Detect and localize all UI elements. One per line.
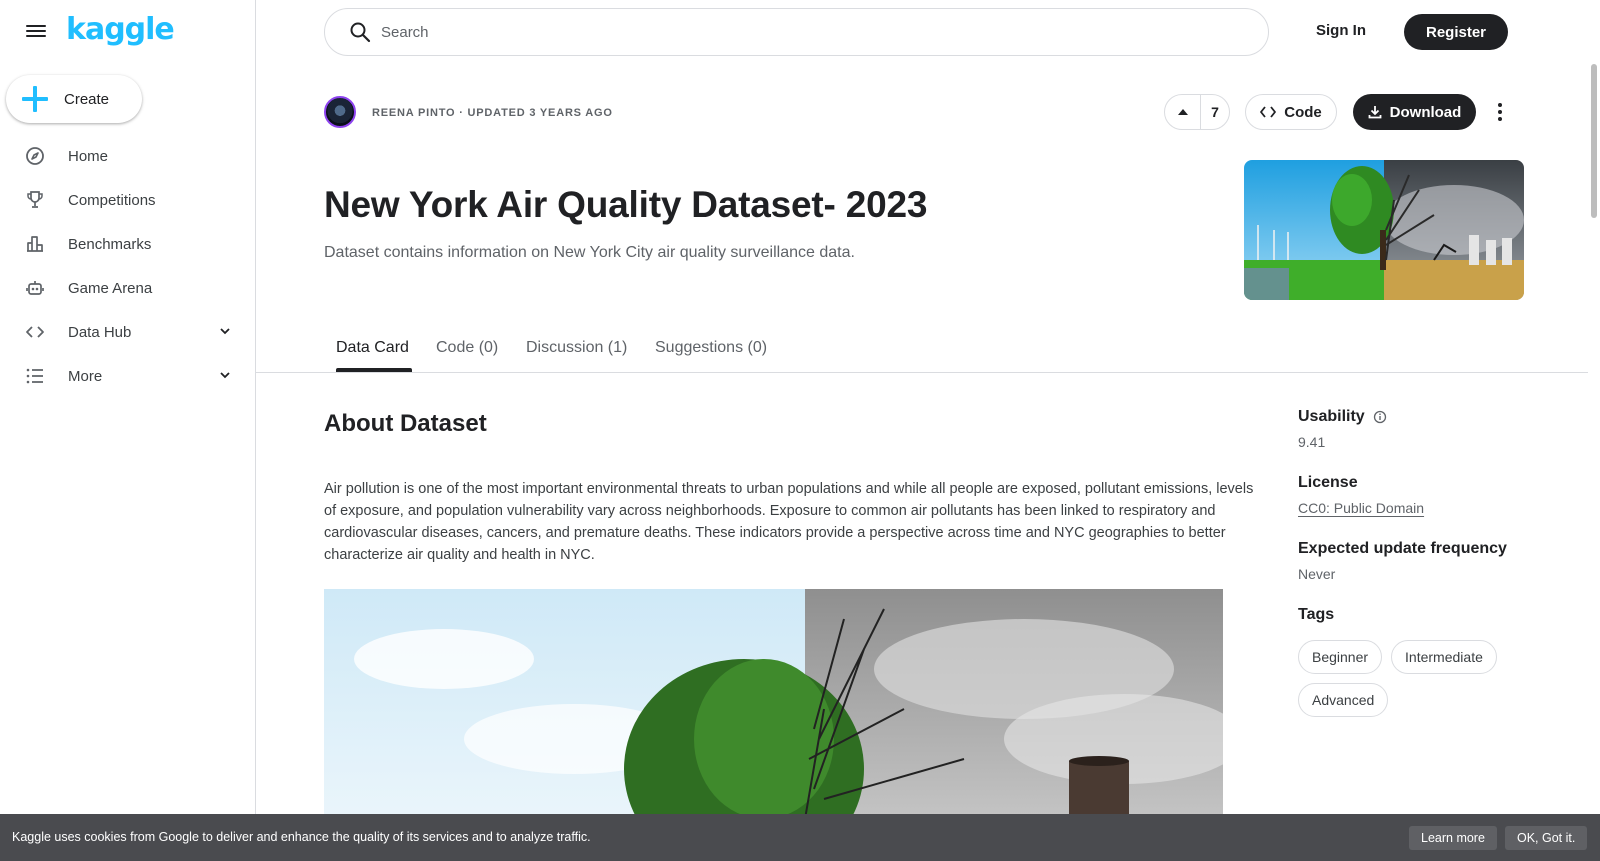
tag-list: Beginner Intermediate Advanced: [1298, 640, 1528, 717]
license-label: License: [1298, 474, 1358, 491]
tag-chip[interactable]: Intermediate: [1391, 640, 1497, 674]
sidebar-item-label: Game Arena: [68, 279, 153, 297]
sidebar-item-label: Benchmarks: [68, 235, 152, 253]
upvote-button[interactable]: [1165, 95, 1201, 129]
sidebar-item-benchmarks[interactable]: Benchmarks: [0, 222, 256, 266]
plus-icon: [22, 86, 48, 112]
tab-data-card[interactable]: Data Card: [336, 339, 409, 357]
kaggle-logo[interactable]: kaggle: [66, 12, 175, 47]
bar-chart-icon: [25, 234, 45, 254]
cookie-ok-button[interactable]: OK, Got it.: [1505, 826, 1588, 850]
hamburger-menu-icon[interactable]: [24, 22, 48, 42]
download-button-label: Download: [1389, 103, 1462, 121]
about-heading: About Dataset: [324, 410, 487, 437]
sidebar-item-label: Data Hub: [68, 323, 132, 341]
sign-in-button[interactable]: Sign In: [1316, 22, 1366, 39]
code-button-label: Code: [1284, 103, 1322, 121]
create-label: Create: [64, 90, 110, 108]
download-icon: [1368, 106, 1382, 119]
tags-label: Tags: [1298, 606, 1335, 623]
chevron-down-icon[interactable]: [218, 324, 232, 338]
code-button[interactable]: Code: [1245, 94, 1337, 130]
sidebar: kaggle Create Home Competitions Benchmar…: [0, 0, 256, 861]
active-tab-indicator: [336, 368, 412, 372]
triangle-up-icon: [1177, 109, 1188, 115]
sidebar-item-label: Home: [68, 147, 109, 165]
upvote-count: 7: [1211, 104, 1219, 120]
create-button[interactable]: Create: [6, 75, 142, 123]
tab-discussion[interactable]: Discussion (1): [526, 339, 627, 357]
learn-more-button[interactable]: Learn more: [1409, 826, 1497, 850]
vote-control: 7: [1164, 94, 1230, 130]
trophy-icon: [25, 190, 45, 210]
scrollbar-thumb[interactable]: [1591, 64, 1597, 218]
sidebar-item-label: More: [68, 367, 103, 385]
page-scrollbar[interactable]: [1588, 0, 1600, 861]
register-button[interactable]: Register: [1404, 14, 1508, 50]
update-frequency-value: Never: [1298, 566, 1336, 582]
tab-suggestions[interactable]: Suggestions (0): [655, 339, 767, 357]
dataset-cover-image: [1244, 160, 1524, 300]
sidebar-nav: Home Competitions Benchmarks Game Arena …: [0, 134, 256, 398]
search-bar[interactable]: [324, 8, 1269, 56]
license-link[interactable]: CC0: Public Domain: [1298, 500, 1424, 516]
search-icon: [350, 22, 371, 43]
sidebar-item-game-arena[interactable]: Game Arena: [0, 266, 256, 310]
info-icon[interactable]: [1373, 410, 1387, 424]
sidebar-item-data-hub[interactable]: Data Hub: [0, 310, 256, 354]
dataset-metadata: Usability 9.41 License CC0: Public Domai…: [1298, 408, 1558, 741]
page-title: New York Air Quality Dataset- 2023: [324, 184, 928, 225]
list-icon: [25, 366, 45, 386]
cookie-text: Kaggle uses cookies from Google to deliv…: [12, 830, 591, 844]
tag-chip[interactable]: Advanced: [1298, 683, 1389, 717]
dataset-tabs: Data Card Code (0) Discussion (1) Sugges…: [256, 330, 1588, 373]
download-button[interactable]: Download: [1353, 94, 1476, 130]
sidebar-item-more[interactable]: More: [0, 354, 256, 398]
page-subtitle: Dataset contains information on New York…: [324, 244, 855, 261]
chevron-down-icon[interactable]: [218, 368, 232, 382]
dataset-hero-image: [324, 589, 1223, 819]
code-brackets-icon: [1260, 106, 1277, 118]
code-brackets-icon: [25, 322, 45, 342]
sidebar-item-home[interactable]: Home: [0, 134, 256, 178]
usability-value: 9.41: [1298, 434, 1326, 450]
update-frequency-label: Expected update frequency: [1298, 540, 1507, 557]
about-description: Air pollution is one of the most importa…: [324, 481, 1254, 563]
more-options-icon[interactable]: [1490, 98, 1510, 126]
robot-icon: [25, 278, 45, 298]
dataset-byline: REENA PINTO · UPDATED 3 YEARS AGO: [372, 107, 613, 119]
compass-icon: [25, 146, 45, 166]
tag-chip[interactable]: Beginner: [1298, 640, 1383, 674]
tab-code[interactable]: Code (0): [436, 339, 498, 357]
avatar[interactable]: [324, 96, 356, 128]
search-input[interactable]: [381, 23, 1231, 41]
cookie-banner: Kaggle uses cookies from Google to deliv…: [0, 814, 1600, 861]
sidebar-item-label: Competitions: [68, 191, 156, 209]
usability-label: Usability: [1298, 408, 1365, 425]
sidebar-item-competitions[interactable]: Competitions: [0, 178, 256, 222]
